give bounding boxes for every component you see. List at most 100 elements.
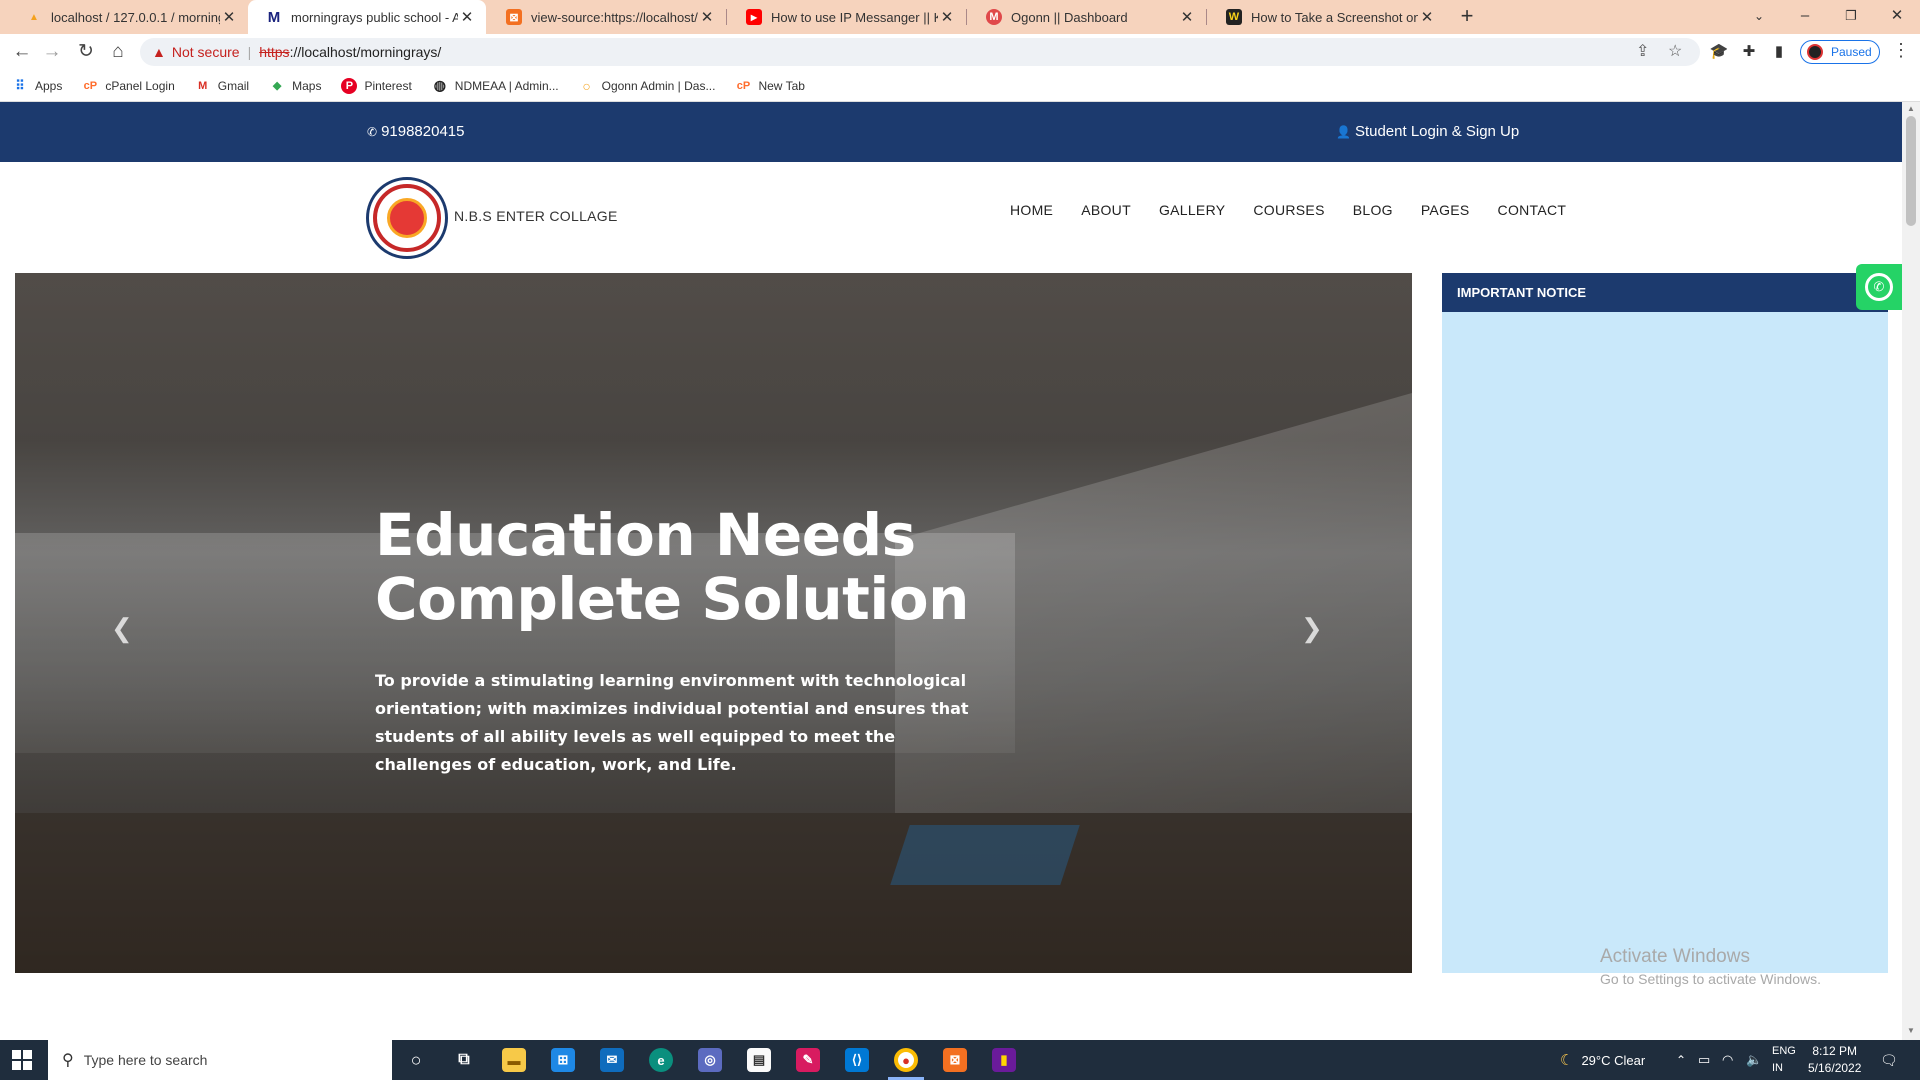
profile-button[interactable]: Paused [1800,40,1880,64]
m-logo-icon: M [267,8,281,26]
volume-icon[interactable]: 🔈 [1746,1040,1762,1080]
tab-separator [1206,9,1207,25]
windows-taskbar: ⚲ Type here to search ○ ⧉ ▬ ⊞ ✉ e ◎ ▤ ✎ … [0,1040,1920,1080]
security-indicator[interactable]: Not secure [172,44,240,60]
weather-widget[interactable]: ☾ 29°C Clear [1560,1040,1645,1080]
reload-button[interactable]: ↻ [72,38,100,66]
tab-wikihow[interactable]: W How to Take a Screenshot on you ✕ [1208,0,1446,34]
gmail-icon: M [198,79,208,92]
store-icon[interactable]: ⊞ [551,1048,575,1072]
phone-icon: ✆ [367,124,378,139]
meet-now-icon[interactable]: ▭ [1698,1040,1710,1080]
tab-morningrays[interactable]: M morningrays public school - Ame ✕ [248,0,486,34]
bookmark-gmail[interactable]: M Gmail [195,78,249,94]
brand-name[interactable]: N.B.S ENTER COLLAGE [454,208,618,224]
site-topbar: ✆ 9198820415 👤 Student Login & Sign Up [0,102,1902,162]
wifi-icon[interactable]: ◠ [1722,1040,1733,1080]
bookmark-apps[interactable]: ⠿ Apps [12,78,62,94]
side-panel-icon[interactable]: ▮ [1768,41,1790,63]
search-icon: ⚲ [62,1052,74,1069]
notification-icon[interactable]: 🗨 [1880,1040,1898,1080]
whatsapp-button[interactable]: ✆ [1856,264,1902,310]
home-button[interactable]: ⌂ [104,38,132,66]
wikihow-icon: W [1226,9,1242,25]
hero-title: Education Needs Complete Solution [375,501,969,633]
slider-next-icon[interactable]: ❯ [1301,613,1323,644]
back-button[interactable]: ← [8,38,36,66]
mail-icon[interactable]: ✉ [600,1048,624,1072]
share-icon[interactable]: ⇪ [1636,41,1649,61]
task-view-icon[interactable]: ⧉ [452,1048,476,1072]
paint-icon[interactable]: ✎ [796,1048,820,1072]
nav-gallery[interactable]: GALLERY [1159,202,1225,218]
nav-home[interactable]: HOME [1010,202,1053,218]
nav-courses[interactable]: COURSES [1253,202,1324,218]
nav-blog[interactable]: BLOG [1353,202,1393,218]
scroll-down-icon[interactable]: ▼ [1902,1026,1920,1035]
bookmark-maps[interactable]: ◆ Maps [269,78,322,94]
extensions-puzzle-icon[interactable]: ✚ [1738,41,1760,63]
graduation-cap-extension-icon[interactable]: 🎓 [1708,41,1730,63]
cortana-icon[interactable]: ○ [404,1048,428,1072]
close-tab-icon[interactable]: ✕ [1418,8,1436,26]
close-tab-icon[interactable]: ✕ [698,8,716,26]
close-tab-icon[interactable]: ✕ [220,8,238,26]
close-tab-icon[interactable]: ✕ [938,8,956,26]
tab-strip: ▲ localhost / 127.0.0.1 / morningr ✕ M m… [0,0,1920,34]
tray-chevron-icon[interactable]: ⌃ [1676,1040,1686,1080]
address-bar[interactable]: ▲ Not secure | https ://localhost/mornin… [140,38,1700,66]
bookmark-ogonn-admin[interactable]: ○ Ogonn Admin | Das... [579,77,715,94]
important-notice-panel: IMPORTANT NOTICE [1442,273,1888,973]
view-source-icon: ⊠ [506,9,522,25]
close-tab-icon[interactable]: ✕ [458,8,476,26]
bookmark-new-tab[interactable]: cP New Tab [735,78,805,94]
bookmark-cpanel[interactable]: cP cPanel Login [82,78,175,94]
ogonn-ring-icon: ○ [582,77,591,94]
notepad-icon[interactable]: ▤ [747,1048,771,1072]
url-scheme: https [259,44,290,60]
close-tab-icon[interactable]: ✕ [1178,8,1196,26]
college-logo[interactable] [366,177,448,259]
taskbar-clock[interactable]: 8:12 PM 5/16/2022 [1808,1043,1861,1077]
new-tab-button[interactable]: + [1452,0,1482,34]
slider-prev-icon[interactable]: ❮ [111,613,133,644]
app-icon[interactable]: ◎ [698,1048,722,1072]
language-indicator[interactable]: ENG IN [1772,1043,1796,1077]
more-menu-icon[interactable]: ⋮ [1892,40,1910,61]
main-nav: HOME ABOUT GALLERY COURSES BLOG PAGES CO… [1010,202,1594,218]
vscode-icon[interactable]: ⟨⟩ [845,1048,869,1072]
tab-view-source[interactable]: ⊠ view-source:https://localhost/mo ✕ [488,0,726,34]
youtube-icon: ▶ [746,9,762,25]
restore-button[interactable]: ❐ [1828,0,1874,34]
bookmark-star-icon[interactable]: ☆ [1668,41,1682,61]
url-text: ://localhost/morningrays/ [289,44,442,60]
taskbar-search[interactable]: ⚲ Type here to search [48,1040,392,1080]
edge-icon[interactable]: e [649,1048,673,1072]
avatar [1807,44,1823,60]
hero-photo-platform [890,825,1080,885]
tab-ogonn[interactable]: M Ogonn || Dashboard ✕ [968,0,1206,34]
phone-link[interactable]: ✆ 9198820415 [367,123,465,140]
sticky-notes-icon[interactable]: ▮ [992,1048,1016,1072]
chrome-icon[interactable]: ● [894,1048,918,1072]
tab-search-chevron-icon[interactable]: ⌄ [1736,0,1782,34]
xampp-icon[interactable]: ⊠ [943,1048,967,1072]
scrollbar-thumb[interactable] [1906,116,1916,226]
file-explorer-icon[interactable]: ▬ [502,1048,526,1072]
minimize-button[interactable]: – [1782,0,1828,34]
nav-pages[interactable]: PAGES [1421,202,1470,218]
notice-title: IMPORTANT NOTICE [1442,273,1888,312]
tab-youtube[interactable]: ▶ How to use IP Messanger || Kalan ✕ [728,0,966,34]
bookmark-pinterest[interactable]: P Pinterest [341,77,412,94]
windows-start-icon[interactable] [12,1050,32,1070]
bookmark-ndmeaa[interactable]: ◍ NDMEAA | Admin... [432,77,559,94]
cpanel-icon: cP [736,79,751,92]
page-scrollbar[interactable]: ▲ ▼ [1902,102,1920,1040]
scroll-up-icon[interactable]: ▲ [1902,104,1920,113]
forward-button[interactable]: → [38,38,66,66]
close-window-button[interactable]: ✕ [1874,0,1920,34]
tab-phpmyadmin[interactable]: ▲ localhost / 127.0.0.1 / morningr ✕ [8,0,248,34]
nav-about[interactable]: ABOUT [1081,202,1131,218]
student-login-link[interactable]: 👤 Student Login & Sign Up [1336,123,1519,140]
nav-contact[interactable]: CONTACT [1498,202,1567,218]
